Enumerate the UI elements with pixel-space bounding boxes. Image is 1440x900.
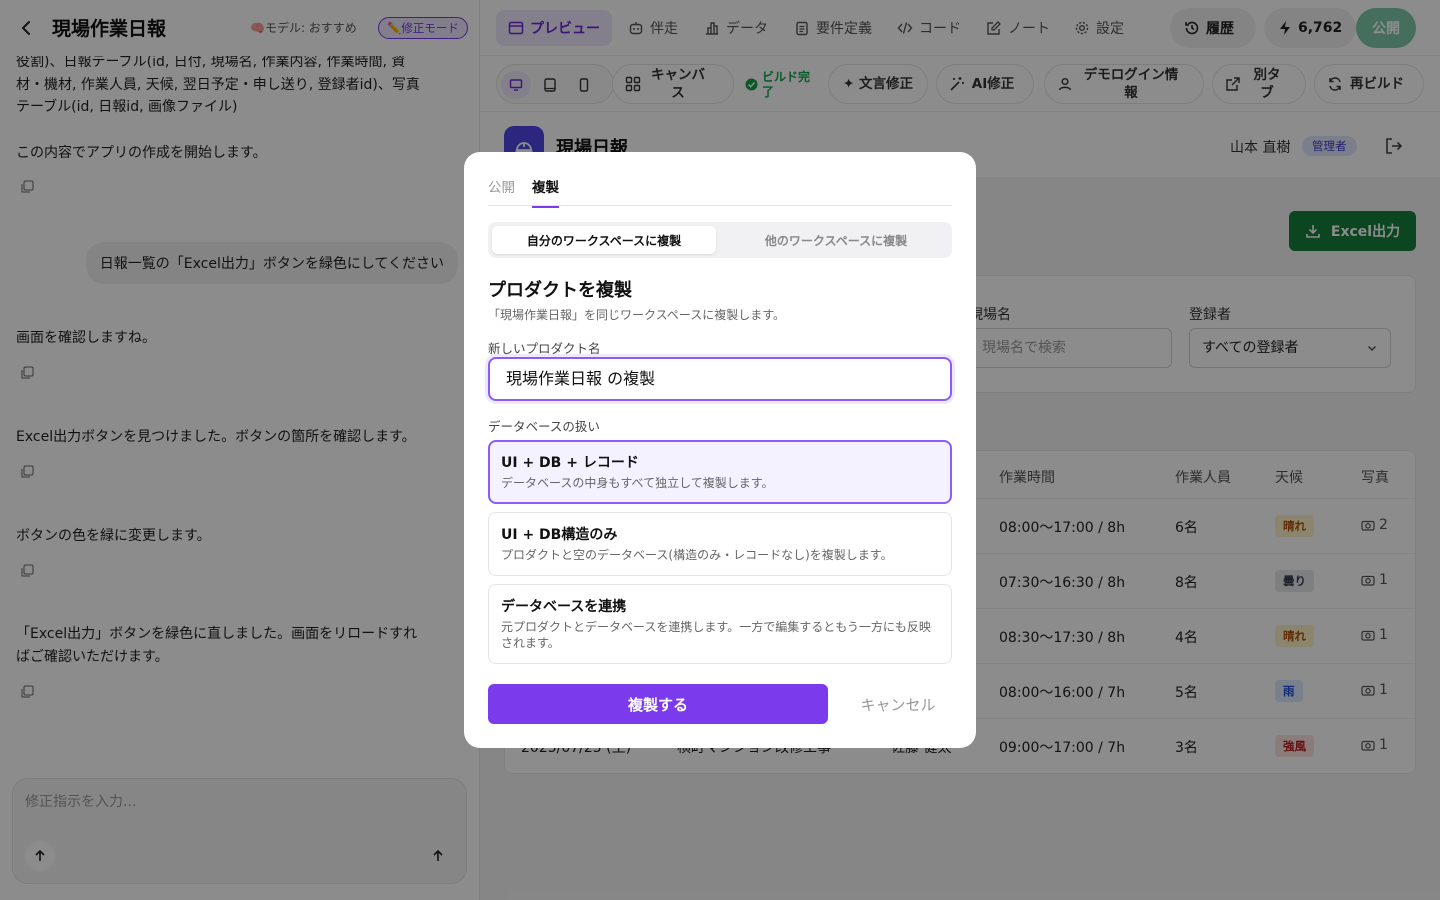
segment-other-workspace[interactable]: 他のワークスペースに複製	[724, 226, 948, 254]
option-description: 元プロダクトとデータベースを連携します。一方で編集するともう一方にも反映されます…	[501, 620, 931, 650]
tab-publish[interactable]: 公開	[488, 176, 515, 206]
cancel-button[interactable]: キャンセル	[844, 684, 952, 724]
option-ui-db-records[interactable]: UI + DB + レコード データベースの中身もすべて独立して複製します。	[488, 440, 952, 504]
database-handling-label: データベースの扱い	[488, 419, 600, 434]
option-ui-db-structure[interactable]: UI + DB構造のみ プロダクトと空のデータベース(構造のみ・レコードなし)を…	[488, 512, 952, 576]
option-title: UI + DB + レコード	[501, 455, 639, 471]
duplicate-button[interactable]: 複製する	[488, 684, 828, 724]
product-name-label: 新しいプロダクト名	[488, 341, 601, 356]
modal-tabs: 公開 複製	[488, 176, 952, 208]
option-link-database[interactable]: データベースを連携 元プロダクトとデータベースを連携します。一方で編集するともう…	[488, 584, 952, 664]
option-description: プロダクトと空のデータベース(構造のみ・レコードなし)を複製します。	[501, 548, 893, 562]
option-title: データベースを連携	[501, 599, 627, 615]
duplicate-modal: 公開 複製 自分のワークスペースに複製 他のワークスペースに複製 プロダクトを複…	[464, 152, 976, 748]
segment-own-workspace[interactable]: 自分のワークスペースに複製	[492, 226, 716, 254]
tab-duplicate[interactable]: 複製	[532, 176, 559, 208]
modal-title: プロダクトを複製	[488, 280, 632, 301]
modal-description: 「現場作業日報」を同じワークスペースに複製します。	[488, 308, 786, 322]
option-title: UI + DB構造のみ	[501, 527, 618, 543]
option-description: データベースの中身もすべて独立して複製します。	[501, 476, 774, 490]
workspace-segment: 自分のワークスペースに複製 他のワークスペースに複製	[488, 222, 952, 258]
product-name-input[interactable]: 現場作業日報 の複製	[488, 357, 952, 401]
